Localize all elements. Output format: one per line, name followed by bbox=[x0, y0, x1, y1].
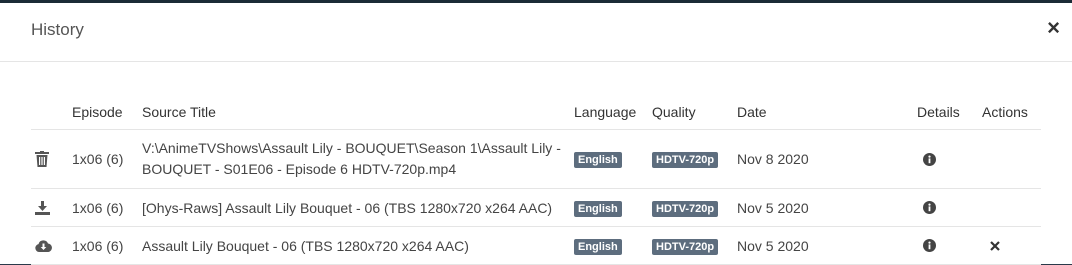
language-badge: English bbox=[574, 152, 622, 168]
language-badge: English bbox=[574, 200, 622, 217]
history-modal: History × Episode Source Title Language … bbox=[0, 0, 1072, 265]
modal-title: History bbox=[31, 20, 84, 39]
col-language[interactable]: Language bbox=[568, 95, 646, 130]
row-type-cell bbox=[31, 188, 66, 227]
info-icon[interactable] bbox=[923, 239, 936, 252]
col-source-title[interactable]: Source Title bbox=[136, 95, 568, 130]
download-icon bbox=[35, 200, 50, 215]
history-table: Episode Source Title Language Quality Da… bbox=[31, 95, 1041, 265]
language-cell: English bbox=[568, 188, 646, 227]
info-icon[interactable] bbox=[923, 152, 936, 166]
actions-cell bbox=[976, 188, 1041, 227]
table-header-row: Episode Source Title Language Quality Da… bbox=[31, 95, 1041, 130]
col-details: Details bbox=[911, 95, 976, 130]
table-row: 1x06 (6) Assault Lily Bouquet - 06 (TBS … bbox=[31, 226, 1041, 265]
col-icon bbox=[31, 95, 66, 130]
close-icon[interactable] bbox=[990, 240, 1000, 251]
source-title-cell: Assault Lily Bouquet - 06 (TBS 1280x720 … bbox=[136, 226, 568, 265]
source-title-cell: V:\AnimeTVShows\Assault Lily - BOUQUET\S… bbox=[136, 129, 568, 189]
trash-icon bbox=[35, 151, 49, 167]
details-cell[interactable] bbox=[911, 226, 976, 265]
quality-badge: HDTV-720p bbox=[652, 200, 719, 217]
quality-cell: HDTV-720p bbox=[646, 226, 731, 265]
language-cell: English bbox=[568, 129, 646, 189]
close-modal-button[interactable]: × bbox=[1047, 17, 1060, 39]
col-episode[interactable]: Episode bbox=[66, 95, 136, 130]
quality-cell: HDTV-720p bbox=[646, 188, 731, 227]
actions-cell bbox=[976, 226, 1041, 265]
row-type-cell bbox=[31, 226, 66, 265]
episode-cell: 1x06 (6) bbox=[66, 226, 136, 265]
details-cell[interactable] bbox=[911, 129, 976, 189]
language-cell: English bbox=[568, 226, 646, 265]
date-cell: Nov 5 2020 bbox=[731, 226, 911, 265]
col-actions: Actions bbox=[976, 95, 1041, 130]
source-title-line: V:\AnimeTVShows\Assault Lily - BOUQUET\S… bbox=[142, 140, 561, 156]
date-cell: Nov 8 2020 bbox=[731, 129, 911, 189]
col-quality[interactable]: Quality bbox=[646, 95, 731, 130]
modal-header: History × bbox=[0, 3, 1072, 62]
date-cell: Nov 5 2020 bbox=[731, 188, 911, 227]
row-type-cell bbox=[31, 129, 66, 189]
col-date[interactable]: Date bbox=[731, 95, 911, 130]
table-row: 1x06 (6) [Ohys-Raws] Assault Lily Bouque… bbox=[31, 188, 1041, 227]
episode-cell: 1x06 (6) bbox=[66, 129, 136, 189]
cloud-download-icon bbox=[35, 239, 52, 252]
quality-cell: HDTV-720p bbox=[646, 129, 731, 189]
quality-badge: HDTV-720p bbox=[652, 238, 719, 255]
actions-cell bbox=[976, 129, 1041, 189]
source-title-line: BOUQUET - S01E06 - Episode 6 HDTV-720p.m… bbox=[142, 161, 457, 177]
table-row: 1x06 (6) V:\AnimeTVShows\Assault Lily - … bbox=[31, 129, 1041, 189]
language-badge: English bbox=[574, 238, 622, 255]
quality-badge: HDTV-720p bbox=[652, 152, 719, 168]
info-icon[interactable] bbox=[923, 201, 936, 214]
source-title-cell: [Ohys-Raws] Assault Lily Bouquet - 06 (T… bbox=[136, 188, 568, 227]
episode-cell: 1x06 (6) bbox=[66, 188, 136, 227]
details-cell[interactable] bbox=[911, 188, 976, 227]
